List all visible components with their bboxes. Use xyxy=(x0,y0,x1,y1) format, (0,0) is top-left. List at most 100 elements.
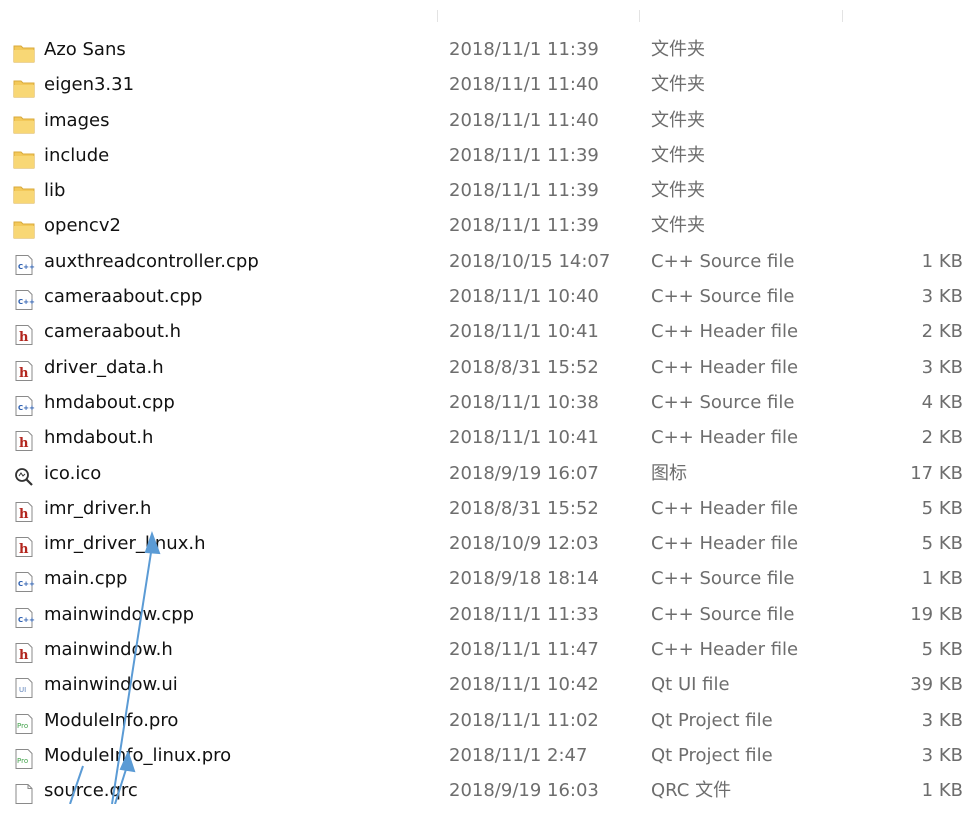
file-type: 文件夹 xyxy=(651,144,705,166)
file-size: 3 KB xyxy=(921,709,963,731)
file-type: C++ Header file xyxy=(651,533,799,555)
file-size: 17 KB xyxy=(910,462,963,484)
folder-icon xyxy=(13,111,35,134)
file-size: 1 KB xyxy=(921,780,963,802)
column-separator[interactable] xyxy=(437,10,438,22)
cpp-file-icon: C++ xyxy=(13,287,35,311)
file-row[interactable]: C++ mainwindow.cpp 2018/11/1 11:33 C++ Sour… xyxy=(0,597,973,632)
svg-text:C++: C++ xyxy=(18,263,35,271)
file-row[interactable]: eigen3.31 2018/11/1 11:40 文件夹 xyxy=(0,67,973,102)
file-type: C++ Header file xyxy=(651,639,799,661)
file-name: eigen3.31 xyxy=(44,74,135,96)
file-date-modified: 2018/11/1 11:33 xyxy=(449,603,599,625)
file-row[interactable]: h imr_driver_linux.h 2018/10/9 12:03 C++ He… xyxy=(0,526,973,561)
svg-text:C++: C++ xyxy=(18,580,35,588)
svg-text:C++: C++ xyxy=(18,298,35,306)
cpp-file-icon: C++ xyxy=(13,569,35,593)
file-name: driver_data.h xyxy=(44,356,164,378)
file-type: C++ Header file xyxy=(651,427,799,449)
folder-icon xyxy=(13,216,35,239)
file-row[interactable]: images 2018/11/1 11:40 文件夹 xyxy=(0,103,973,138)
file-name: ModuleInfo_linux.pro xyxy=(44,744,232,766)
file-date-modified: 2018/11/1 11:39 xyxy=(449,215,599,237)
file-row[interactable]: lib 2018/11/1 11:39 文件夹 xyxy=(0,173,973,208)
file-date-modified: 2018/11/1 10:42 xyxy=(449,674,599,696)
column-separator[interactable] xyxy=(842,10,843,22)
file-date-modified: 2018/11/1 11:39 xyxy=(449,180,599,202)
file-name: mainwindow.ui xyxy=(44,674,178,696)
svg-text:h: h xyxy=(19,366,29,381)
file-row[interactable]: C++ main.cpp 2018/9/18 18:14 C++ Source fil… xyxy=(0,561,973,596)
file-type: Qt UI file xyxy=(651,674,730,696)
file-date-modified: 2018/8/31 15:52 xyxy=(449,356,599,378)
file-date-modified: 2018/11/1 11:39 xyxy=(449,144,599,166)
file-size: 19 KB xyxy=(910,603,963,625)
file-row[interactable]: UI mainwindow.ui 2018/11/1 10:42 Qt UI file… xyxy=(0,667,973,702)
file-row[interactable]: Pro ModuleInfo.pro 2018/11/1 11:02 Qt Proje… xyxy=(0,703,973,738)
file-row[interactable]: h driver_data.h 2018/8/31 15:52 C++ Header … xyxy=(0,350,973,385)
file-name: source.qrc xyxy=(44,780,138,802)
file-size: 1 KB xyxy=(921,568,963,590)
file-name: imr_driver.h xyxy=(44,497,152,519)
file-name: mainwindow.cpp xyxy=(44,603,195,625)
file-date-modified: 2018/11/1 10:38 xyxy=(449,391,599,413)
file-row[interactable]: Pro ModuleInfo_linux.pro 2018/11/1 2:47 Qt … xyxy=(0,738,973,773)
file-row[interactable]: h mainwindow.h 2018/11/1 11:47 C++ Header f… xyxy=(0,632,973,667)
file-size: 1 KB xyxy=(921,250,963,272)
file-size: 3 KB xyxy=(921,356,963,378)
file-type: C++ Header file xyxy=(651,321,799,343)
file-name: hmdabout.h xyxy=(44,427,154,449)
file-date-modified: 2018/11/1 2:47 xyxy=(449,744,588,766)
file-row[interactable]: h imr_driver.h 2018/8/31 15:52 C++ Header f… xyxy=(0,491,973,526)
header-file-icon: h xyxy=(13,428,35,452)
file-size: 3 KB xyxy=(921,744,963,766)
file-size: 5 KB xyxy=(921,497,963,519)
file-row[interactable]: C++ cameraabout.cpp 2018/11/1 10:40 C++ Sou… xyxy=(0,279,973,314)
header-file-icon: h xyxy=(13,358,35,381)
file-date-modified: 2018/11/1 11:02 xyxy=(449,709,599,731)
cpp-file-icon: C++ xyxy=(13,393,35,416)
file-date-modified: 2018/11/1 10:41 xyxy=(449,427,599,449)
file-row[interactable]: ico.ico 2018/9/19 16:07 图标 17 KB xyxy=(0,456,973,491)
pro-file-icon: Pro xyxy=(13,746,35,769)
file-date-modified: 2018/11/1 10:40 xyxy=(449,286,599,308)
folder-icon xyxy=(13,40,35,63)
file-date-modified: 2018/11/1 11:47 xyxy=(449,639,599,661)
file-row[interactable]: source.qrc 2018/9/19 16:03 QRC 文件 1 KB xyxy=(0,773,973,808)
ico-file-icon xyxy=(13,464,35,486)
file-name: mainwindow.h xyxy=(44,639,173,661)
file-name: Azo Sans xyxy=(44,39,126,60)
file-type: Qt Project file xyxy=(651,744,773,766)
file-row[interactable]: h cameraabout.h 2018/11/1 10:41 C++ Header … xyxy=(0,314,973,349)
file-row[interactable]: C++ hmdabout.cpp 2018/11/1 10:38 C++ Source… xyxy=(0,385,973,420)
file-date-modified: 2018/11/1 11:40 xyxy=(449,74,599,96)
file-date-modified: 2018/10/15 14:07 xyxy=(449,250,611,272)
file-row[interactable]: h hmdabout.h 2018/11/1 10:41 C++ Header fil… xyxy=(0,420,973,455)
file-size: 5 KB xyxy=(921,533,963,555)
file-name: ModuleInfo.pro xyxy=(44,709,179,731)
file-name: cameraabout.cpp xyxy=(44,286,203,308)
file-name: imr_driver_linux.h xyxy=(44,533,206,555)
qrc-file-icon xyxy=(13,781,35,805)
svg-text:h: h xyxy=(19,330,29,345)
file-type: 文件夹 xyxy=(651,39,705,60)
file-date-modified: 2018/9/18 18:14 xyxy=(449,568,599,590)
file-row[interactable]: C++ auxthreadcontroller.cpp 2018/10/15 14:… xyxy=(0,244,973,279)
file-row[interactable]: include 2018/11/1 11:39 文件夹 xyxy=(0,138,973,173)
file-type: 文件夹 xyxy=(651,74,705,96)
file-name: opencv2 xyxy=(44,215,121,237)
file-row[interactable]: Azo Sans 2018/11/1 11:39 文件夹 xyxy=(0,32,973,67)
svg-text:C++: C++ xyxy=(18,404,35,412)
column-separator[interactable] xyxy=(639,10,640,22)
header-file-icon: h xyxy=(13,322,35,346)
file-size: 39 KB xyxy=(910,674,963,696)
file-list: Azo Sans 2018/11/1 11:39 文件夹 eigen3.31 2018/… xyxy=(0,32,973,809)
file-row[interactable]: opencv2 2018/11/1 11:39 文件夹 xyxy=(0,208,973,243)
file-name: include xyxy=(44,144,110,166)
folder-icon xyxy=(13,181,35,204)
file-size: 2 KB xyxy=(921,427,963,449)
header-file-icon: h xyxy=(13,640,35,664)
file-date-modified: 2018/11/1 10:41 xyxy=(449,321,599,343)
file-name: hmdabout.cpp xyxy=(44,391,175,413)
file-type: Qt Project file xyxy=(651,709,773,731)
